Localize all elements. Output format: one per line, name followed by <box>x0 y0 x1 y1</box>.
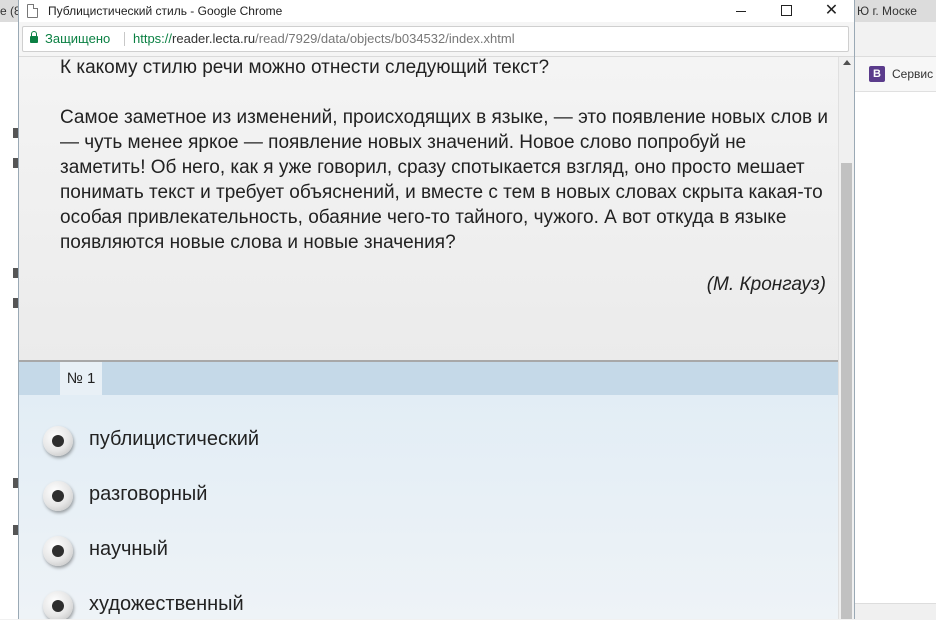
minimize-button[interactable] <box>719 0 764 22</box>
answer-label[interactable]: разговорный <box>89 483 207 506</box>
url-scheme: https:// <box>133 31 173 46</box>
url-field[interactable]: Защищено https://reader.lecta.ru/read/79… <box>22 26 849 52</box>
radio-dot-icon <box>52 490 64 502</box>
lock-icon[interactable] <box>30 31 38 43</box>
window-titlebar[interactable]: Публицистический стиль - Google Chrome ✕ <box>19 0 854 22</box>
background-tab[interactable]: Ю г. Моске <box>855 0 936 22</box>
question-passage: Самое заметное из изменений, происходящи… <box>60 107 829 253</box>
secure-label[interactable]: Защищено <box>45 27 110 51</box>
radio-button[interactable] <box>43 481 73 511</box>
page-content: К какому стилю речи можно отнести следую… <box>19 57 838 619</box>
question-prompt: К какому стилю речи можно отнести следую… <box>60 57 550 78</box>
url-text[interactable]: https://reader.lecta.ru/read/7929/data/o… <box>133 27 515 51</box>
window-title: Публицистический стиль - Google Chrome <box>48 4 283 18</box>
minimize-icon <box>736 11 746 12</box>
close-icon: ✕ <box>824 2 839 19</box>
popup-window: Публицистический стиль - Google Chrome ✕… <box>18 0 855 619</box>
scrollbar-thumb[interactable] <box>841 163 852 619</box>
maximize-icon <box>781 5 792 16</box>
close-button[interactable]: ✕ <box>809 0 854 22</box>
vertical-scrollbar[interactable] <box>838 57 854 619</box>
document-icon <box>27 4 38 18</box>
radio-button[interactable] <box>43 536 73 566</box>
radio-dot-icon <box>52 435 64 447</box>
answer-label[interactable]: научный <box>89 538 168 561</box>
radio-dot-icon <box>52 600 64 612</box>
bookmark-item-servis[interactable]: Сервис <box>892 66 933 82</box>
background-window-left: e (8 <box>0 0 19 619</box>
url-host: reader.lecta.ru <box>172 31 256 46</box>
question-panel: К какому стилю речи можно отнести следую… <box>19 57 838 362</box>
radio-button[interactable] <box>43 426 73 456</box>
radio-dot-icon <box>52 545 64 557</box>
radio-button[interactable] <box>43 591 73 619</box>
background-page <box>855 92 936 619</box>
maximize-button[interactable] <box>764 0 809 22</box>
scroll-up-arrow-icon[interactable] <box>843 60 851 65</box>
background-bookmarks-bar: B Сервис <box>855 57 936 92</box>
task-number-tab[interactable]: № 1 <box>60 362 102 395</box>
answer-options: публицистический разговорный научный худ… <box>19 395 838 619</box>
answer-label[interactable]: художественный <box>89 593 244 616</box>
address-bar: Защищено https://reader.lecta.ru/read/79… <box>19 22 854 57</box>
url-path: /read/7929/data/objects/b034532/index.xh… <box>255 31 515 46</box>
task-number-bar: № 1 <box>19 362 838 395</box>
background-tab[interactable]: e (8 <box>0 0 18 22</box>
answer-label[interactable]: публицистический <box>89 428 259 451</box>
passage-author: (М. Кронгауз) <box>706 274 826 295</box>
background-horizontal-scrollbar[interactable] <box>855 603 936 620</box>
background-toolbar <box>855 22 936 57</box>
bookmark-favicon-icon: B <box>869 66 885 82</box>
omnibox-divider <box>124 32 125 46</box>
